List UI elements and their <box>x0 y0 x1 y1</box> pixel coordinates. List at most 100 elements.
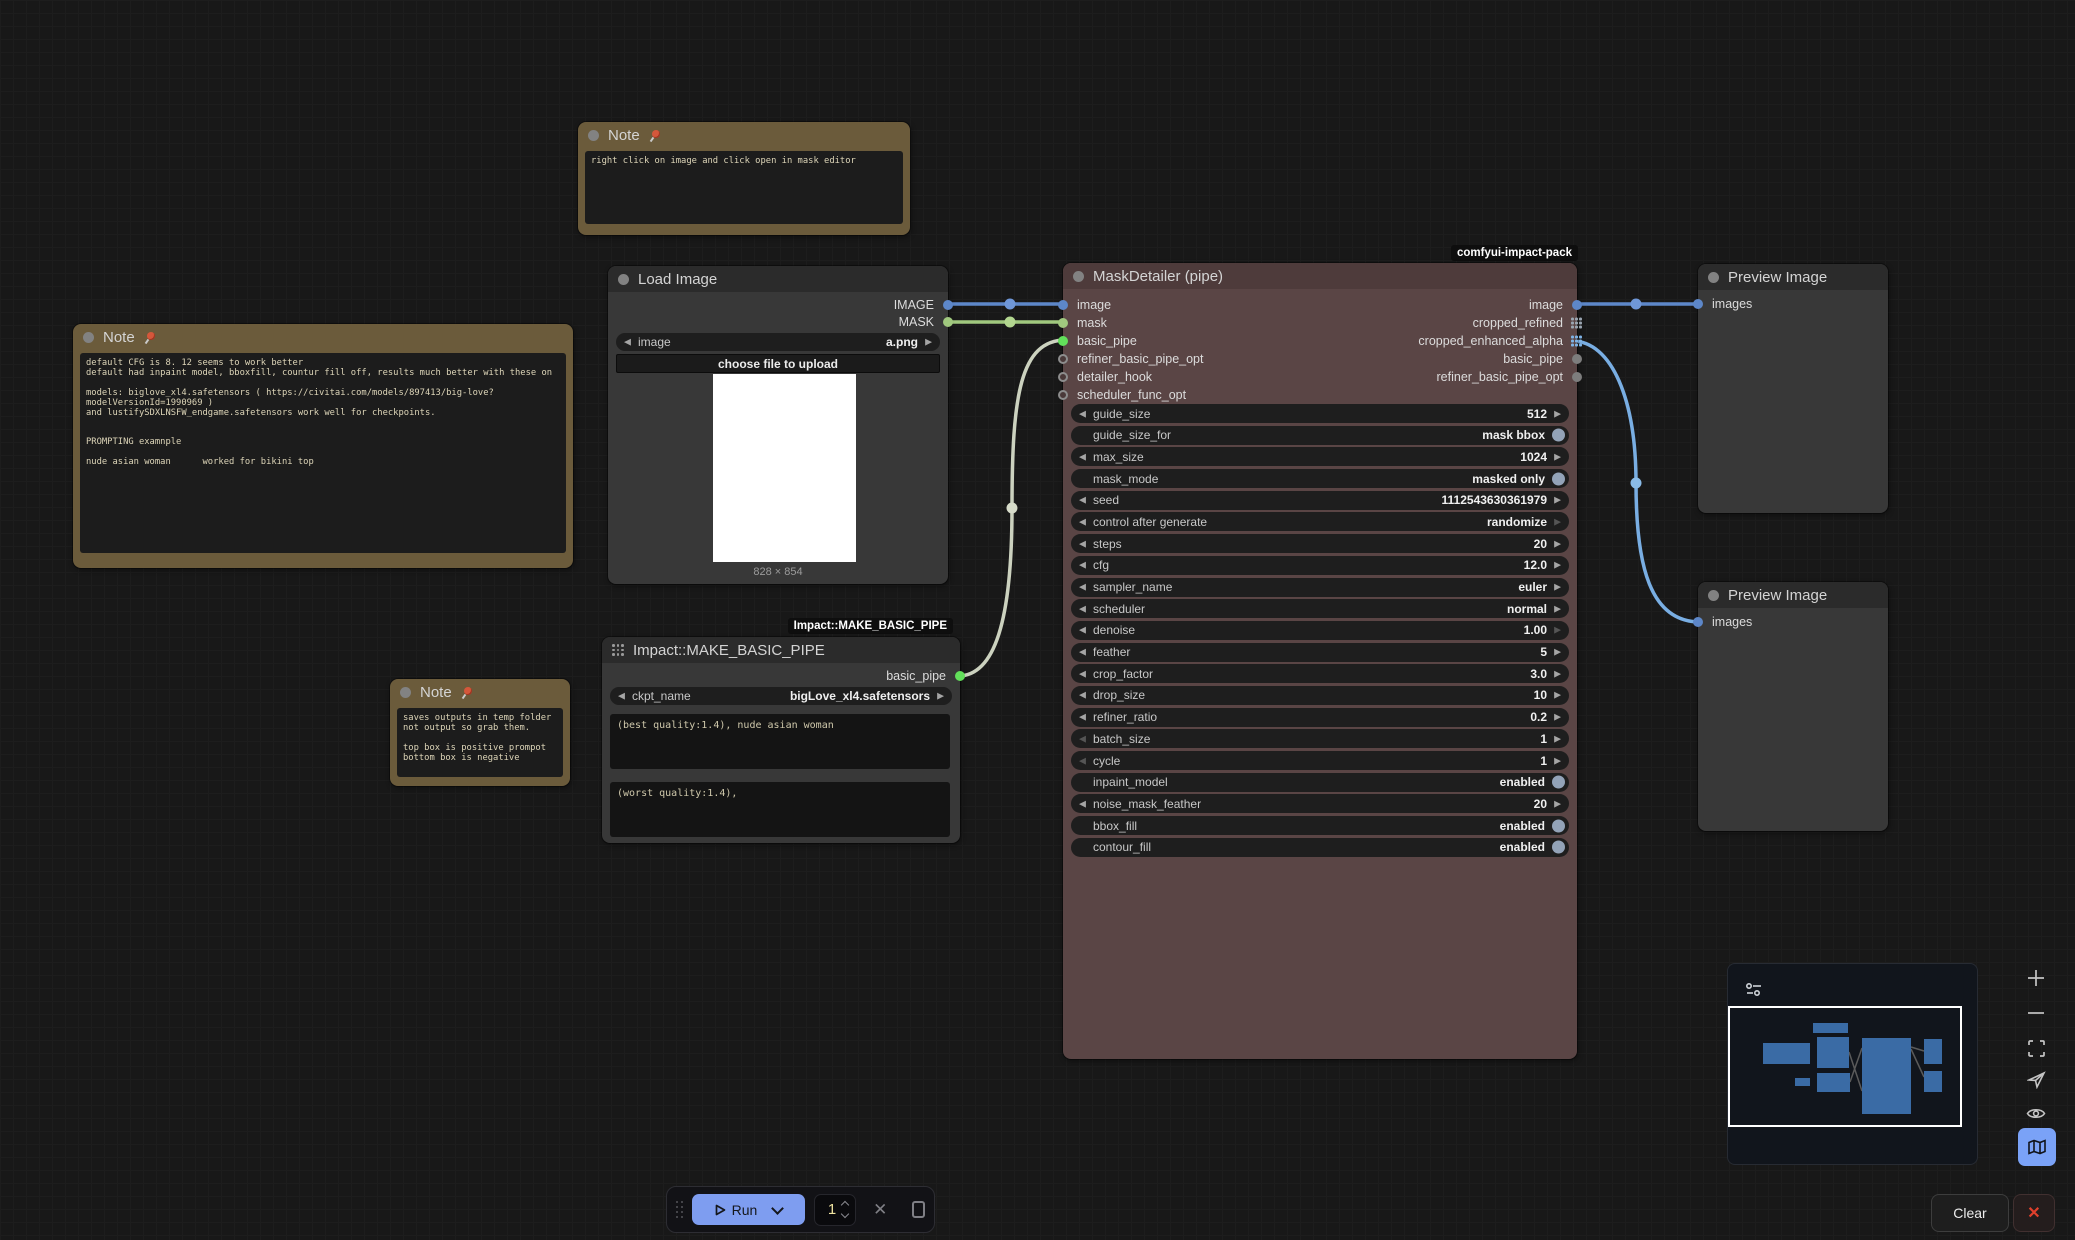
decrement-arrow-icon[interactable]: ◀ <box>1079 755 1086 766</box>
note-text-small[interactable]: saves outputs in temp folder not output … <box>397 708 563 777</box>
widget-control-after-generate[interactable]: ◀▶control after generaterandomize <box>1071 512 1569 531</box>
widget-batch_size[interactable]: ◀▶batch_size1 <box>1071 729 1569 748</box>
prev-arrow-icon[interactable]: ◀ <box>618 691 625 702</box>
next-arrow-icon[interactable]: ▶ <box>925 337 932 348</box>
close-button[interactable]: ✕ <box>2013 1194 2055 1232</box>
collapse-dot-icon[interactable] <box>1708 590 1719 601</box>
increment-arrow-icon[interactable]: ▶ <box>1554 733 1561 744</box>
toggle-knob-icon[interactable] <box>1552 472 1565 485</box>
toggle-knob-icon[interactable] <box>1552 776 1565 789</box>
widget-contour_fill[interactable]: contour_fillenabled <box>1071 838 1569 857</box>
collapse-dot-icon[interactable] <box>1073 271 1084 282</box>
note-node-top-header[interactable]: Note <box>578 122 910 148</box>
image-combo-widget[interactable]: ◀ image a.png ▶ <box>616 333 940 351</box>
widget-cfg[interactable]: ◀▶cfg12.0 <box>1071 556 1569 575</box>
cropped_refined-slot-icon[interactable] <box>1571 318 1582 329</box>
decrement-arrow-icon[interactable]: ◀ <box>1079 495 1086 506</box>
increment-arrow-icon[interactable]: ▶ <box>1554 798 1561 809</box>
preview-image-2-header[interactable]: Preview Image <box>1698 582 1888 608</box>
increment-arrow-icon[interactable]: ▶ <box>1554 668 1561 679</box>
scheduler_func_opt-slot-icon[interactable] <box>1058 390 1068 400</box>
drag-handle-icon[interactable] <box>676 1201 683 1218</box>
decrement-arrow-icon[interactable]: ◀ <box>1079 733 1086 744</box>
queue-count-stepper[interactable] <box>842 1202 848 1217</box>
mask-slot-icon[interactable] <box>1058 318 1068 328</box>
decrement-arrow-icon[interactable]: ◀ <box>1079 538 1086 549</box>
reroute-dot[interactable] <box>1005 299 1016 310</box>
note-text-top[interactable]: right click on image and click open in m… <box>585 151 903 224</box>
zoom-out-button[interactable] <box>2017 996 2055 1030</box>
widget-sampler_name[interactable]: ◀▶sampler_nameeuler <box>1071 578 1569 597</box>
fit-view-button[interactable] <box>2017 1031 2055 1065</box>
chevron-down-icon[interactable] <box>771 1202 784 1215</box>
images-slot-icon[interactable] <box>1693 617 1703 627</box>
decrement-arrow-icon[interactable]: ◀ <box>1079 668 1086 679</box>
widget-crop_factor[interactable]: ◀▶crop_factor3.0 <box>1071 664 1569 683</box>
decrement-arrow-icon[interactable]: ◀ <box>1079 798 1086 809</box>
widget-bbox_fill[interactable]: bbox_fillenabled <box>1071 816 1569 835</box>
increment-arrow-icon[interactable]: ▶ <box>1554 603 1561 614</box>
increment-arrow-icon[interactable]: ▶ <box>1554 560 1561 571</box>
prev-arrow-icon[interactable]: ◀ <box>624 337 631 348</box>
basic_pipe-slot-icon[interactable] <box>955 671 965 681</box>
choose-file-button[interactable]: choose file to upload <box>616 354 940 373</box>
widget-noise_mask_feather[interactable]: ◀▶noise_mask_feather20 <box>1071 794 1569 813</box>
images-slot-icon[interactable] <box>1693 299 1703 309</box>
ckpt-name-widget[interactable]: ◀ ckpt_name bigLove_xl4.safetensors ▶ <box>610 687 952 705</box>
widget-inpaint_model[interactable]: inpaint_modelenabled <box>1071 773 1569 792</box>
widget-refiner_ratio[interactable]: ◀▶refiner_ratio0.2 <box>1071 708 1569 727</box>
increment-arrow-icon[interactable]: ▶ <box>1554 538 1561 549</box>
collapse-dot-icon[interactable] <box>400 687 411 698</box>
toggle-knob-icon[interactable] <box>1552 429 1565 442</box>
minimap-toggle-button[interactable] <box>2018 1128 2056 1166</box>
widget-scheduler[interactable]: ◀▶schedulernormal <box>1071 599 1569 618</box>
basic_pipe-slot-icon[interactable] <box>1572 354 1582 364</box>
decrement-arrow-icon[interactable]: ◀ <box>1079 625 1086 636</box>
reroute-dot[interactable] <box>1631 478 1642 489</box>
increment-arrow-icon[interactable]: ▶ <box>1554 625 1561 636</box>
cancel-x-icon[interactable]: ✕ <box>873 1200 887 1220</box>
decrement-arrow-icon[interactable]: ◀ <box>1079 582 1086 593</box>
decrement-arrow-icon[interactable]: ◀ <box>1079 516 1086 527</box>
collapse-dot-icon[interactable] <box>618 274 629 285</box>
maskdetailer-header[interactable]: MaskDetailer (pipe) <box>1063 263 1577 289</box>
minimap[interactable] <box>1727 963 1978 1165</box>
increment-arrow-icon[interactable]: ▶ <box>1554 408 1561 419</box>
decrement-arrow-icon[interactable]: ◀ <box>1079 560 1086 571</box>
MASK-slot-icon[interactable] <box>943 317 953 327</box>
note-node-left-header[interactable]: Note <box>73 324 573 350</box>
widget-drop_size[interactable]: ◀▶drop_size10 <box>1071 686 1569 705</box>
increment-arrow-icon[interactable]: ▶ <box>1554 690 1561 701</box>
widget-guide_size[interactable]: ◀▶guide_size512 <box>1071 404 1569 423</box>
detailer_hook-slot-icon[interactable] <box>1058 372 1068 382</box>
decrement-arrow-icon[interactable]: ◀ <box>1079 603 1086 614</box>
widget-denoise[interactable]: ◀▶denoise1.00 <box>1071 621 1569 640</box>
run-button[interactable]: Run <box>692 1194 805 1225</box>
make-basic-pipe-header[interactable]: Impact::MAKE_BASIC_PIPE <box>602 637 960 663</box>
decrement-arrow-icon[interactable]: ◀ <box>1079 451 1086 462</box>
decrement-arrow-icon[interactable]: ◀ <box>1079 712 1086 723</box>
negative-prompt-textarea[interactable]: (worst quality:1.4), <box>610 782 950 837</box>
increment-arrow-icon[interactable]: ▶ <box>1554 451 1561 462</box>
node-canvas[interactable]: Note right click on image and click open… <box>0 0 2075 1240</box>
cropped_enhanced_alpha-slot-icon[interactable] <box>1571 336 1582 347</box>
eye-icon[interactable] <box>2017 1096 2055 1130</box>
next-arrow-icon[interactable]: ▶ <box>937 691 944 702</box>
collapse-dot-icon[interactable] <box>588 130 599 141</box>
decrement-arrow-icon[interactable]: ◀ <box>1079 408 1086 419</box>
widget-seed[interactable]: ◀▶seed1112543630361979 <box>1071 491 1569 510</box>
pointer-icon[interactable] <box>2017 1062 2055 1096</box>
decrement-arrow-icon[interactable]: ◀ <box>1079 690 1086 701</box>
widget-feather[interactable]: ◀▶feather5 <box>1071 643 1569 662</box>
increment-arrow-icon[interactable]: ▶ <box>1554 582 1561 593</box>
increment-arrow-icon[interactable]: ▶ <box>1554 755 1561 766</box>
toggle-knob-icon[interactable] <box>1552 841 1565 854</box>
reroute-dot[interactable] <box>1005 317 1016 328</box>
toggle-knob-icon[interactable] <box>1552 819 1565 832</box>
widget-mask_mode[interactable]: mask_modemasked only <box>1071 469 1569 488</box>
refiner_basic_pipe_opt-slot-icon[interactable] <box>1572 372 1582 382</box>
load-image-header[interactable]: Load Image <box>608 266 948 292</box>
increment-arrow-icon[interactable]: ▶ <box>1554 647 1561 658</box>
image-preview[interactable] <box>713 374 856 562</box>
image-slot-icon[interactable] <box>1058 300 1068 310</box>
